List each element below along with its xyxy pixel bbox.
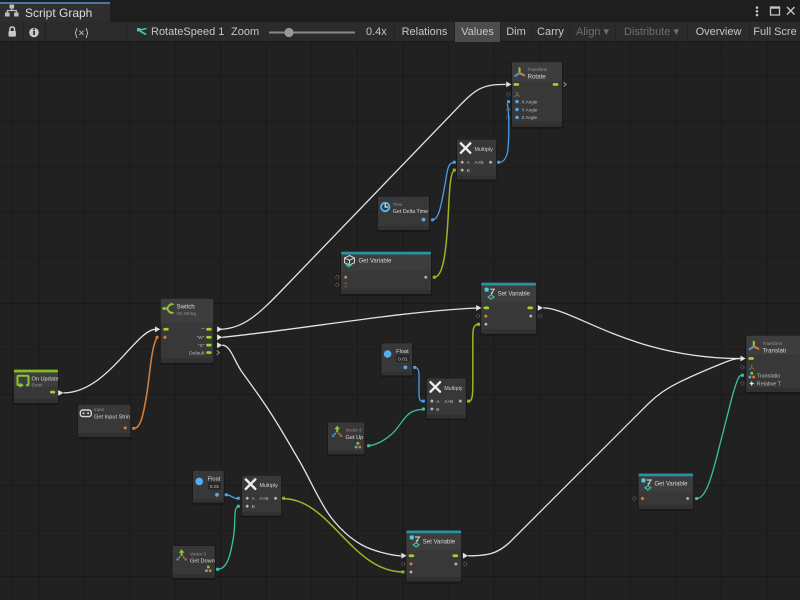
svg-text:Get Delta Time: Get Delta Time [393, 209, 428, 215]
svg-text:“S”: “S” [198, 343, 205, 349]
svg-text:“W”: “W” [197, 335, 205, 341]
svg-text:Vector 3: Vector 3 [190, 551, 207, 556]
svg-text:“”: “” [201, 327, 205, 333]
svg-text:X Angle: X Angle [522, 99, 538, 104]
svg-text:Time: Time [393, 202, 403, 207]
svg-text:Get Variable: Get Variable [359, 259, 393, 265]
svg-text:Rotate: Rotate [528, 74, 547, 81]
svg-text:Z Angle: Z Angle [522, 115, 538, 120]
svg-text:Translatio: Translatio [757, 373, 780, 379]
svg-text:Multiply: Multiply [260, 483, 279, 489]
svg-text:Set Variable: Set Variable [423, 540, 456, 546]
svg-text:Default: Default [189, 351, 205, 357]
svg-text:A×B: A×B [474, 160, 483, 166]
svg-text:Get Down: Get Down [190, 559, 215, 565]
svg-text:Set Variable: Set Variable [498, 292, 531, 298]
svg-text:A×B: A×B [444, 399, 453, 405]
svg-text:Float: Float [396, 349, 409, 355]
svg-text:0.01: 0.01 [210, 484, 220, 490]
svg-text:On String: On String [177, 311, 197, 316]
svg-text:Input: Input [94, 407, 105, 412]
svg-text:Relative T: Relative T [757, 382, 782, 388]
svg-text:Multiply: Multiply [475, 147, 494, 153]
svg-text:B: B [467, 168, 470, 174]
svg-text:Switch: Switch [177, 304, 196, 311]
svg-text:Event: Event [32, 382, 44, 387]
svg-text:A×B: A×B [259, 496, 268, 502]
svg-text:Get Variable: Get Variable [655, 482, 689, 488]
svg-text:0.01: 0.01 [398, 357, 408, 363]
svg-text:Transform: Transform [528, 67, 548, 72]
svg-text:Vector 3: Vector 3 [346, 428, 363, 433]
svg-text:Translatı: Translatı [763, 348, 787, 355]
svg-text:Float: Float [208, 476, 221, 482]
svg-text:Get Up: Get Up [346, 435, 364, 441]
svg-text:⟨×⟩: ⟨×⟩ [74, 27, 89, 39]
svg-text:Y Angle: Y Angle [522, 107, 538, 112]
svg-text:Multiply: Multiply [444, 386, 463, 392]
svg-text:B: B [436, 407, 439, 413]
svg-text:Get Input Strin: Get Input Strin [94, 414, 130, 420]
svg-text:B: B [252, 504, 255, 510]
svg-text:Transform: Transform [763, 341, 783, 346]
